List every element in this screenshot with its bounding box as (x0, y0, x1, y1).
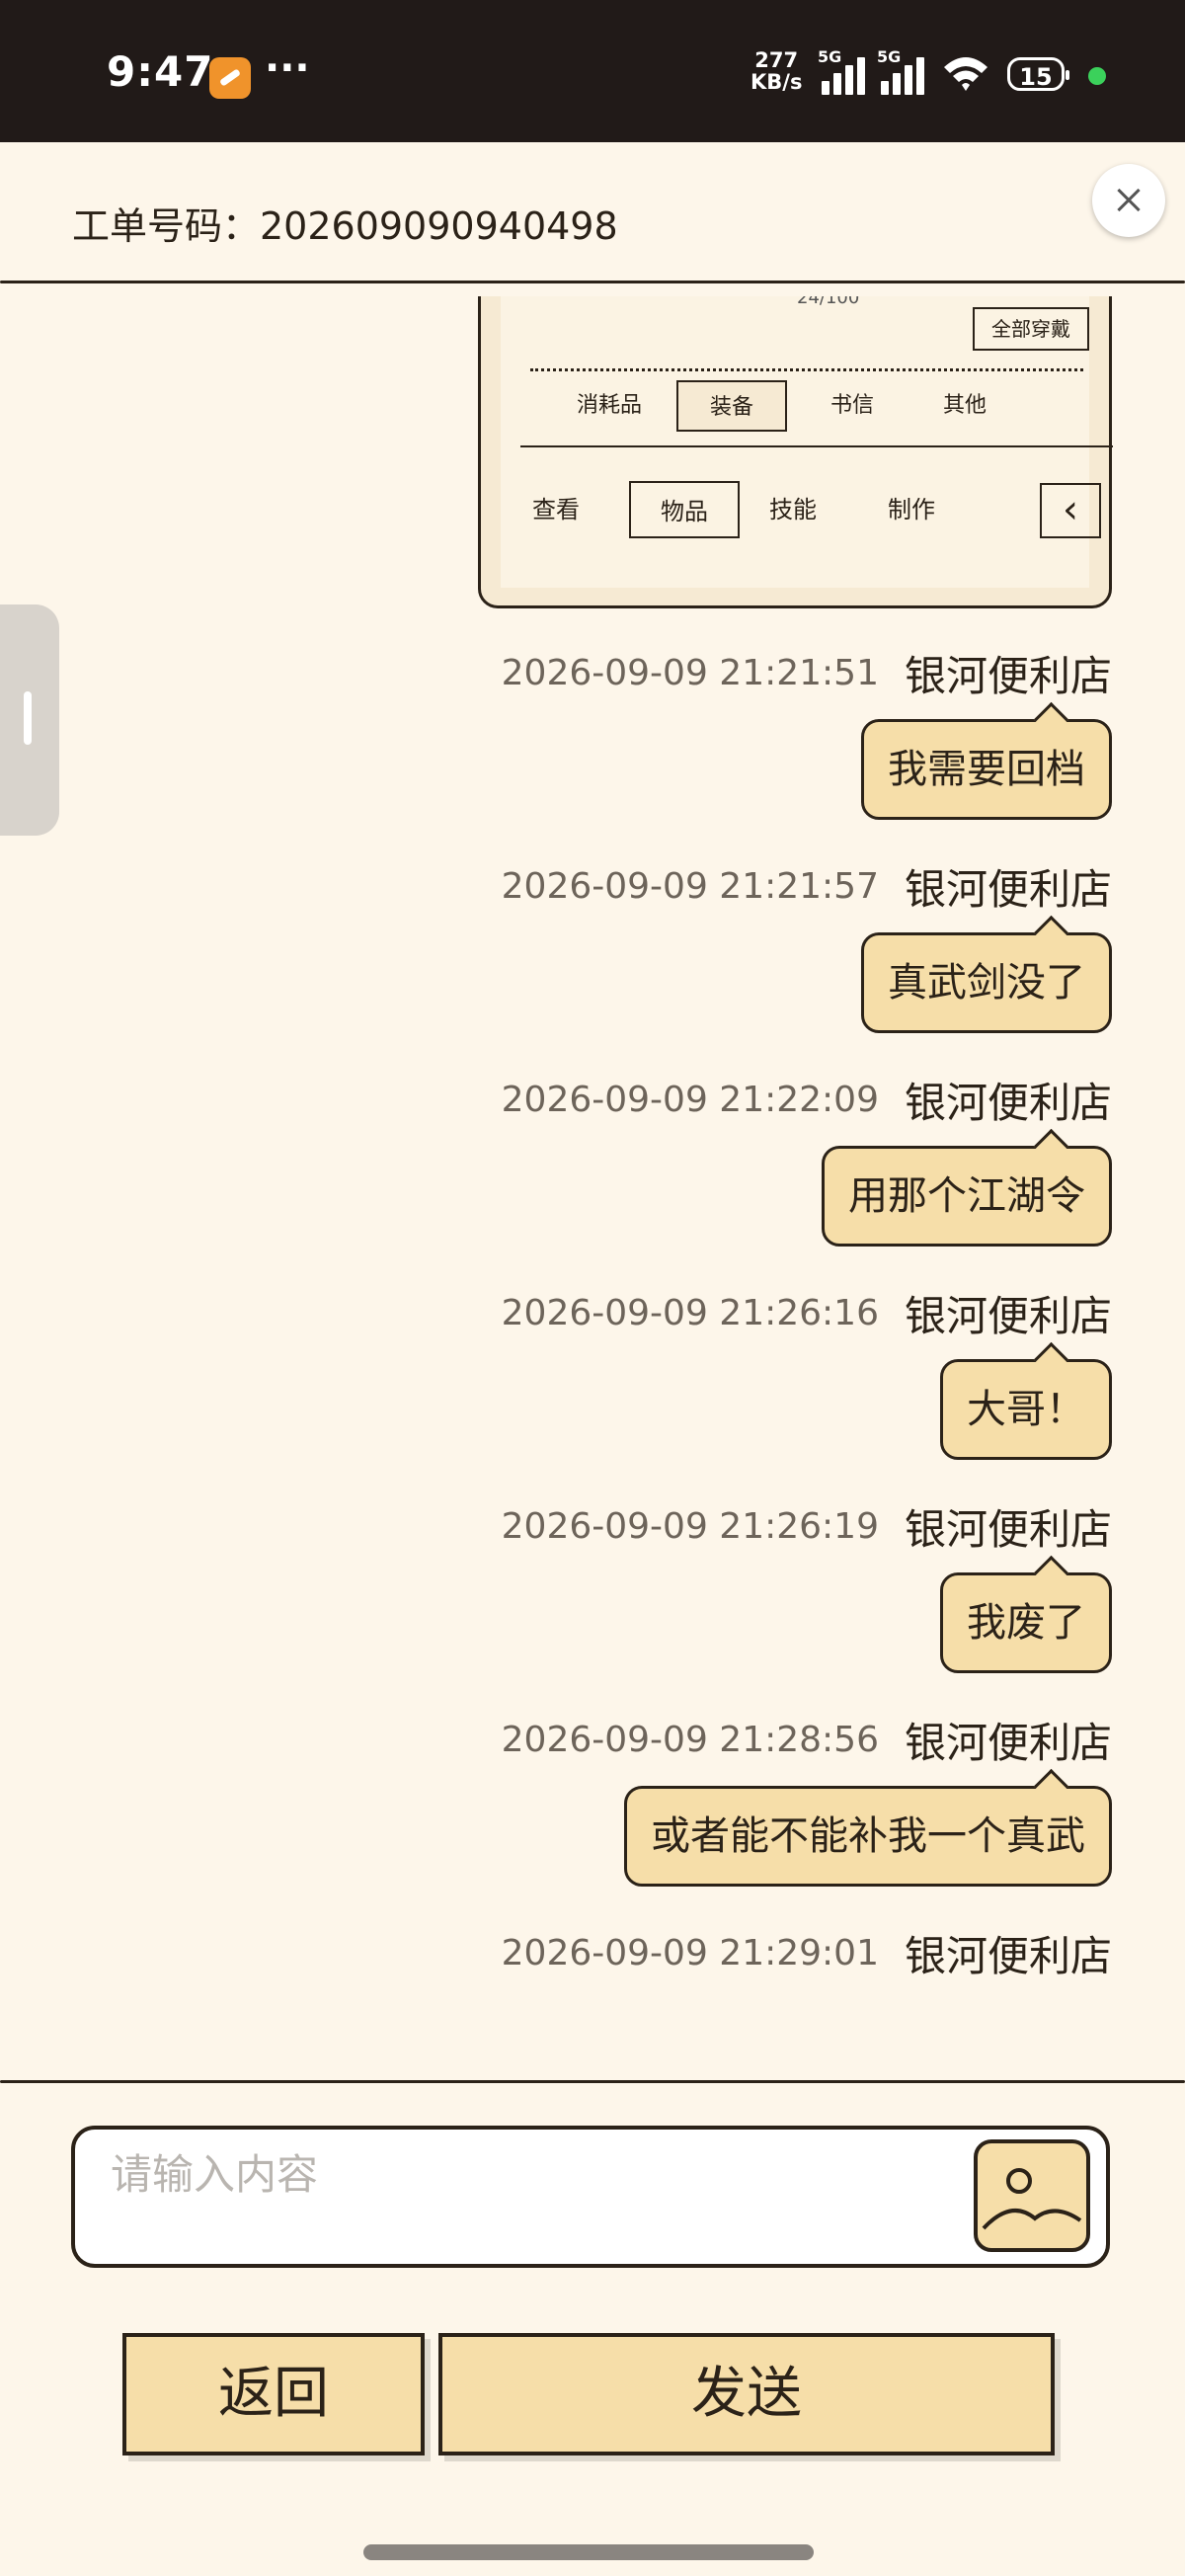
home-indicator[interactable] (363, 2544, 814, 2560)
message-meta: 2026-09-09 21:26:19 银河便利店 (501, 1501, 1112, 1554)
image-icon (982, 2168, 1082, 2230)
back-button[interactable]: 返回 (122, 2333, 425, 2455)
send-button[interactable]: 发送 (438, 2333, 1055, 2455)
message-meta: 2026-09-09 21:21:57 银河便利店 (501, 861, 1112, 914)
screenshot-tab: 其他 (942, 393, 987, 418)
screenshot-nav: 技能 (769, 496, 817, 523)
message-time: 2026-09-09 21:29:01 (501, 1932, 879, 1973)
message-meta: 2026-09-09 21:26:16 银河便利店 (501, 1288, 1112, 1340)
screenshot-nav: 查看 (532, 496, 580, 523)
message-bubble[interactable]: 我需要回档 (861, 719, 1112, 820)
message-composer (71, 2126, 1110, 2268)
ticket-number: 工单号码：202609090940498 (72, 204, 618, 248)
app-notification-icon (209, 57, 251, 99)
message-bubble[interactable]: 用那个江湖令 (822, 1146, 1112, 1247)
status-bar: 9:47 ··· 277 KB/s 5G 5G 15 (0, 0, 1185, 142)
privacy-indicator-icon (1088, 67, 1106, 85)
message-sender: 银河便利店 (904, 1078, 1112, 1127)
message-time: 2026-09-09 21:28:56 (501, 1719, 879, 1760)
image-upload-button[interactable] (974, 2139, 1090, 2252)
signal-icon: 5G (818, 47, 869, 95)
message-sender: 银河便利店 (904, 1718, 1112, 1767)
message-bubble[interactable]: 大哥！ (940, 1359, 1112, 1460)
message-bubble[interactable]: 我废了 (940, 1572, 1112, 1673)
message-input[interactable] (109, 2145, 962, 2203)
message-bubble[interactable]: 真武剑没了 (861, 932, 1112, 1033)
message-time: 2026-09-09 21:26:16 (501, 1292, 879, 1333)
message-meta: 2026-09-09 21:21:51 银河便利店 (501, 648, 1112, 700)
message-sender: 银河便利店 (904, 651, 1112, 700)
screenshot-tab-selected: 装备 (676, 380, 787, 432)
message-meta: 2026-09-09 21:29:01 银河便利店 (501, 1928, 1112, 1980)
more-notifications-icon: ··· (265, 45, 310, 91)
clock: 9:47 (107, 47, 214, 96)
signal-icon-2: 5G (877, 47, 928, 95)
screenshot-back-icon: ‹ (1040, 483, 1101, 538)
message-meta: 2026-09-09 21:28:56 银河便利店 (501, 1715, 1112, 1767)
attached-screenshot[interactable]: 24/100 全部穿戴 消耗品 装备 书信 其他 查看 物品 技能 制作 ‹ (478, 296, 1113, 608)
wifi-icon (944, 57, 988, 91)
message-sender: 银河便利店 (904, 1931, 1112, 1980)
screenshot-divider (530, 368, 1083, 371)
composer-divider (0, 2080, 1185, 2083)
screenshot-nav-selected: 物品 (629, 481, 740, 538)
screenshot-nav: 制作 (888, 496, 935, 523)
screenshot-wear-all: 全部穿戴 (973, 307, 1089, 351)
close-button[interactable] (1092, 164, 1165, 237)
screenshot-content: 24/100 全部穿戴 消耗品 装备 书信 其他 查看 物品 技能 制作 ‹ (501, 296, 1113, 588)
network-speed-unit: KB/s (750, 70, 803, 94)
network-speed-value: 277 (754, 48, 799, 72)
screenshot-counter: 24/100 (797, 296, 860, 308)
header-divider (0, 281, 1185, 283)
chat-history[interactable]: 24/100 全部穿戴 消耗品 装备 书信 其他 查看 物品 技能 制作 ‹ 2… (0, 296, 1185, 2074)
message-sender: 银河便利店 (904, 1291, 1112, 1340)
screenshot-tab: 消耗品 (576, 393, 642, 418)
message-time: 2026-09-09 21:21:57 (501, 865, 879, 907)
message-meta: 2026-09-09 21:22:09 银河便利店 (501, 1075, 1112, 1127)
message-time: 2026-09-09 21:21:51 (501, 652, 879, 693)
screenshot-divider (520, 445, 1113, 447)
message-bubble[interactable]: 或者能不能补我一个真武 (624, 1786, 1112, 1887)
ticket-header: 工单号码：202609090940498 (0, 142, 1185, 286)
battery-icon: 15 (1007, 57, 1069, 91)
message-time: 2026-09-09 21:22:09 (501, 1079, 879, 1120)
message-sender: 银河便利店 (904, 1504, 1112, 1554)
message-sender: 银河便利店 (904, 864, 1112, 914)
screenshot-tab: 书信 (830, 393, 874, 418)
message-time: 2026-09-09 21:26:19 (501, 1505, 879, 1547)
network-speed: 277 KB/s (750, 49, 802, 93)
